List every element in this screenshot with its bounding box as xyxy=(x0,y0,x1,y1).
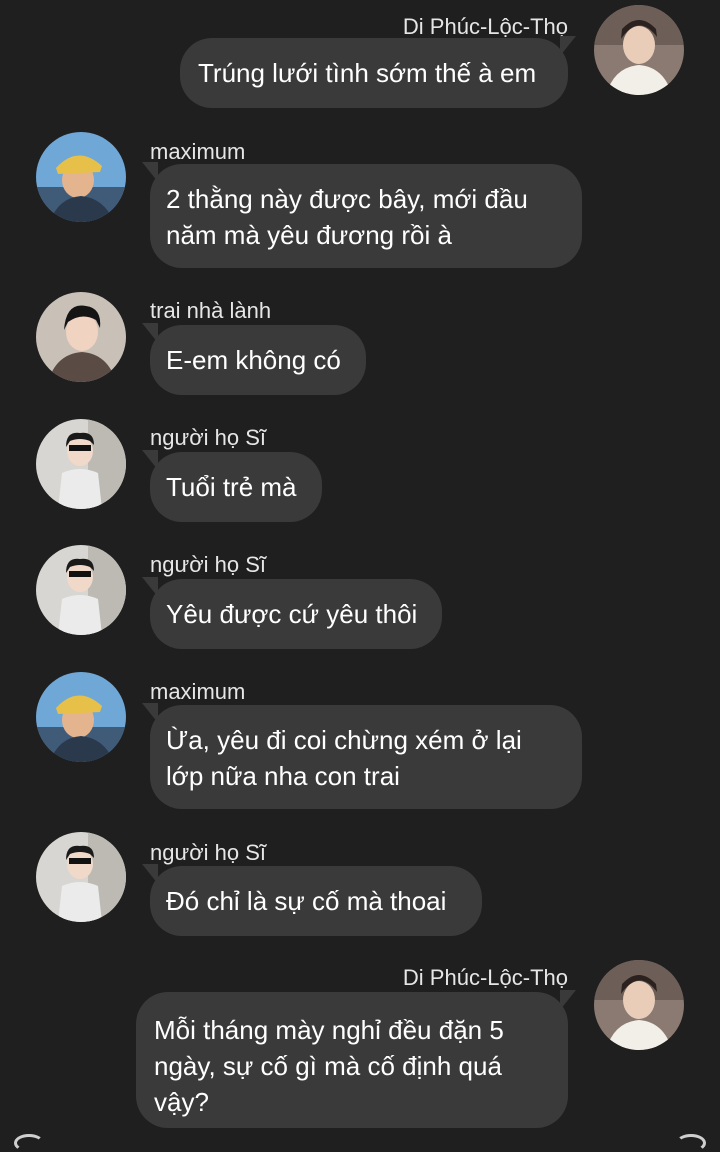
bubble-tail xyxy=(142,450,158,470)
bubble-tail xyxy=(142,703,158,723)
message-bubble[interactable]: Yêu được cứ yêu thôi xyxy=(142,577,442,649)
message-bubble[interactable]: Mỗi tháng mày nghỉ đều đặn 5 ngày, sự cố… xyxy=(136,990,576,1128)
message-text: E-em không có xyxy=(166,345,341,375)
bubble-tail xyxy=(560,36,576,56)
message-bubble[interactable]: Đó chỉ là sự cố mà thoai xyxy=(142,864,482,936)
bubble-tail xyxy=(142,864,158,884)
message-text: Yêu được cứ yêu thôi xyxy=(166,599,418,629)
message-text: 2 thằng này được bây, mới đầu năm mà yêu… xyxy=(166,184,528,250)
sender-name: Di Phúc-Lộc-Thọ xyxy=(402,965,568,990)
right-corner-arc xyxy=(676,1134,706,1152)
avatar-maximum[interactable] xyxy=(36,672,126,762)
message-text: Ừa, yêu đi coi chừng xém ở lại lớp nữa n… xyxy=(166,725,522,791)
avatar-nguoi-ho-si[interactable] xyxy=(36,419,126,509)
bubble-tail xyxy=(560,990,576,1010)
screen-corner-decoration xyxy=(0,1134,720,1152)
message-bubble[interactable]: 2 thằng này được bây, mới đầu năm mà yêu… xyxy=(142,162,582,268)
message-text: Trúng lưới tình sớm thế à em xyxy=(198,58,537,88)
avatar-nguoi-ho-si[interactable] xyxy=(36,832,126,922)
left-corner-arc xyxy=(14,1134,44,1152)
avatar-nguoi-ho-si[interactable] xyxy=(36,545,126,635)
message-bubble[interactable]: Ừa, yêu đi coi chừng xém ở lại lớp nữa n… xyxy=(142,703,582,809)
message-bubble[interactable]: Tuổi trẻ mà xyxy=(142,450,322,522)
sender-name: maximum xyxy=(150,679,246,704)
sender-name: người họ Sĩ xyxy=(150,552,266,577)
sender-name: maximum xyxy=(150,139,246,164)
message-text: Đó chỉ là sự cố mà thoai xyxy=(166,886,447,916)
avatar-di-phuc-loc-tho[interactable] xyxy=(594,5,684,95)
message-text: Tuổi trẻ mà xyxy=(166,472,297,502)
message-text: Mỗi tháng mày nghỉ đều đặn 5 ngày, sự cố… xyxy=(154,1015,504,1117)
message-bubble[interactable]: E-em không có xyxy=(142,323,366,395)
sender-name: người họ Sĩ xyxy=(150,840,266,865)
bubble-tail xyxy=(142,577,158,597)
sender-name: Di Phúc-Lộc-Thọ xyxy=(402,14,568,39)
avatar-di-phuc-loc-tho[interactable] xyxy=(594,960,684,1050)
message-bubble[interactable]: Trúng lưới tình sớm thế à em xyxy=(180,36,576,108)
avatar-trai-nha-lanh[interactable] xyxy=(36,292,126,382)
avatar-maximum[interactable] xyxy=(36,132,126,222)
sender-name: người họ Sĩ xyxy=(150,425,266,450)
bubble-tail xyxy=(142,162,158,182)
sender-name: trai nhà lành xyxy=(150,298,272,323)
bubble-tail xyxy=(142,323,158,343)
